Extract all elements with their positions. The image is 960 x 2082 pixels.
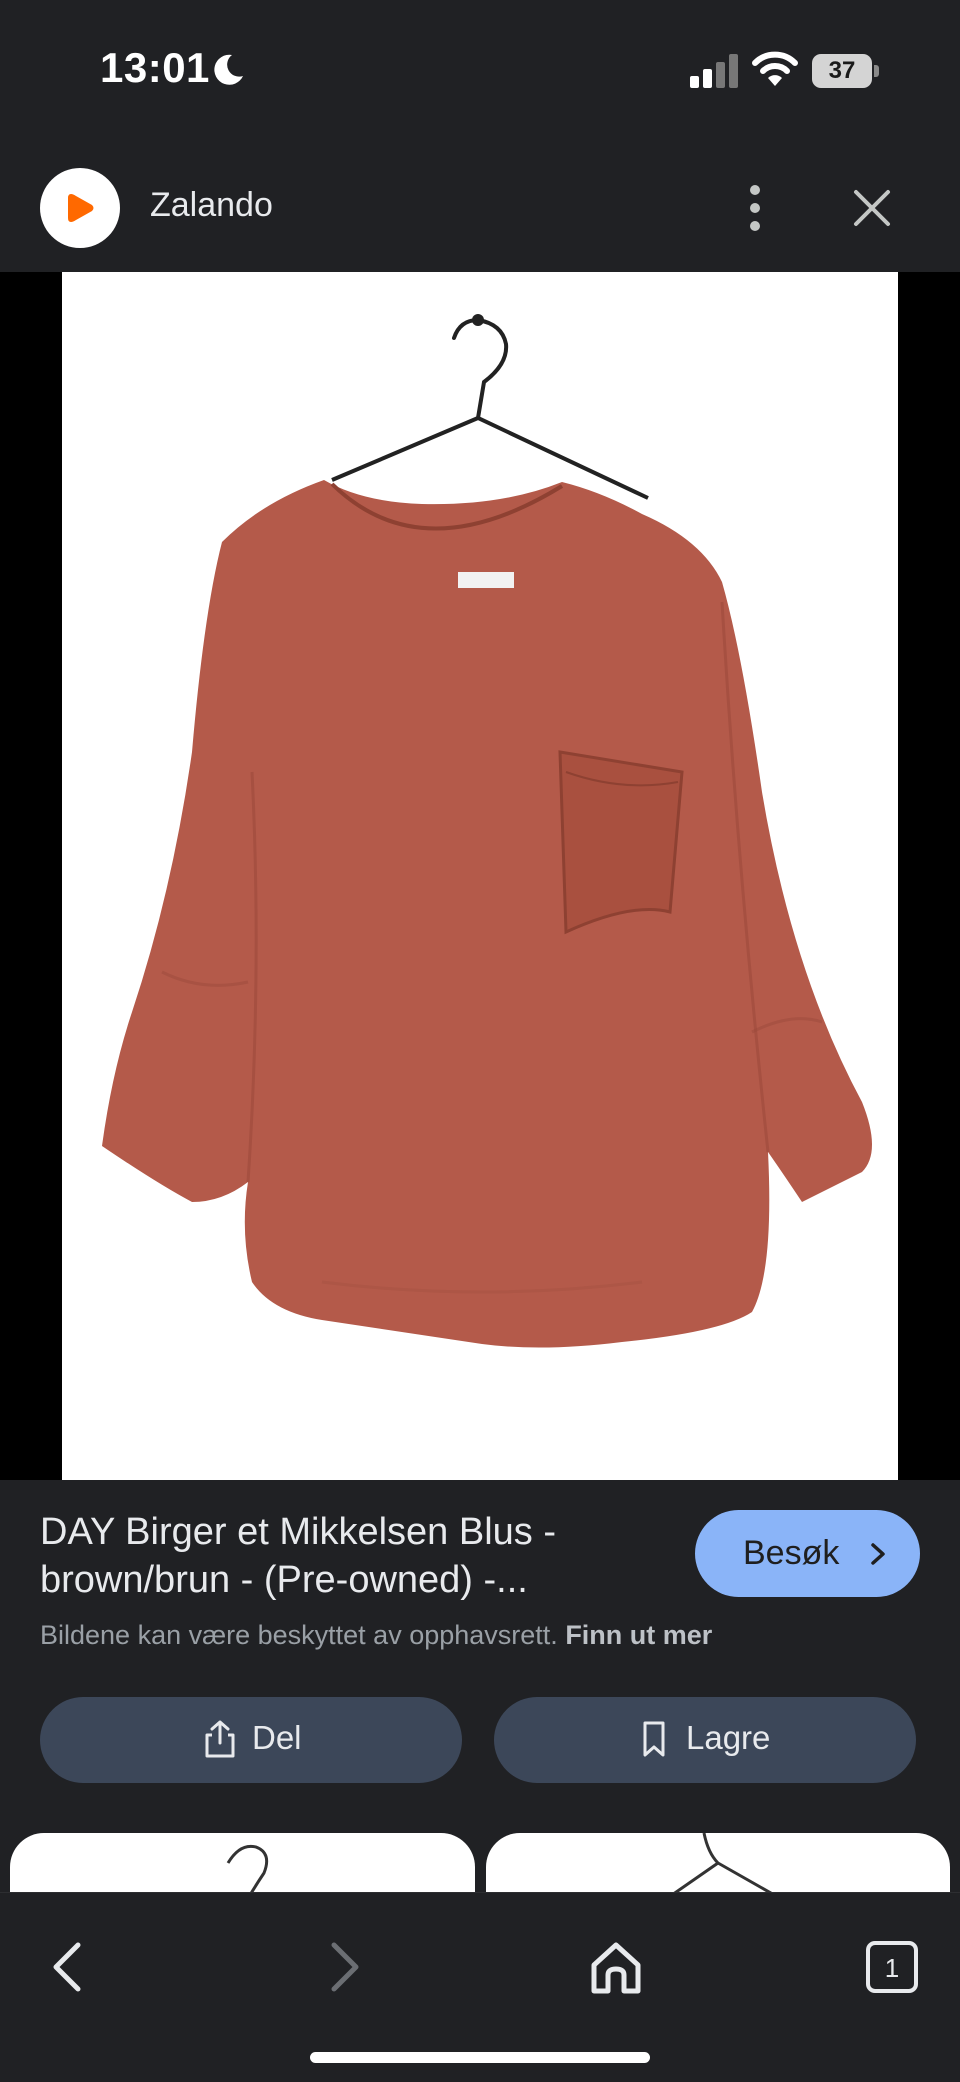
home-icon[interactable]: [586, 1937, 646, 1997]
share-label: Del: [252, 1719, 302, 1756]
close-icon[interactable]: [848, 184, 896, 232]
save-button[interactable]: Lagre: [494, 1697, 916, 1783]
share-button[interactable]: Del: [40, 1697, 462, 1783]
hanger-icon: [331, 314, 649, 500]
product-image[interactable]: [62, 272, 898, 1480]
copyright-text: Bildene kan være beskyttet av opphavsret…: [40, 1620, 558, 1650]
zalando-play-logo: [68, 194, 94, 222]
copyright-notice: Bildene kan være beskyttet av opphavsret…: [40, 1620, 712, 1651]
back-icon[interactable]: [40, 1937, 100, 1997]
visit-button-label: Besøk: [743, 1534, 840, 1572]
forward-icon[interactable]: [312, 1937, 372, 1997]
result-title-line-1: DAY Birger et Mikkelsen Blus -: [40, 1511, 556, 1553]
battery-icon: 37: [812, 54, 879, 88]
blouse-photo: [102, 314, 872, 1348]
visit-button[interactable]: Besøk: [695, 1510, 920, 1597]
site-logo-icon[interactable]: [40, 168, 120, 248]
status-time: 13:01: [100, 44, 210, 91]
share-icon: [205, 1720, 235, 1758]
tabs-icon[interactable]: 1: [862, 1937, 922, 1997]
learn-more-link[interactable]: Finn ut mer: [565, 1620, 712, 1650]
image-viewer: [0, 272, 960, 1480]
lens-header: Zalando: [0, 140, 960, 270]
save-label: Lagre: [686, 1719, 771, 1756]
status-bar: 13:01 37: [0, 0, 960, 140]
home-indicator[interactable]: [310, 2052, 650, 2063]
result-title-line-2: brown/brun - (Pre-owned) -...: [40, 1559, 528, 1601]
moon-icon: [214, 54, 243, 85]
bookmark-icon: [643, 1721, 665, 1757]
result-title[interactable]: DAY Birger et Mikkelsen Blus - brown/bru…: [40, 1508, 660, 1604]
site-name[interactable]: Zalando: [150, 186, 273, 225]
signal-icon: [690, 54, 738, 88]
battery-level: 37: [828, 57, 856, 84]
tab-count: 1: [885, 1953, 899, 1983]
more-options-icon[interactable]: [735, 180, 775, 236]
bottom-navigation: 1: [0, 1892, 960, 2082]
wifi-icon: [752, 51, 798, 86]
chevron-right-icon: [871, 1543, 885, 1565]
